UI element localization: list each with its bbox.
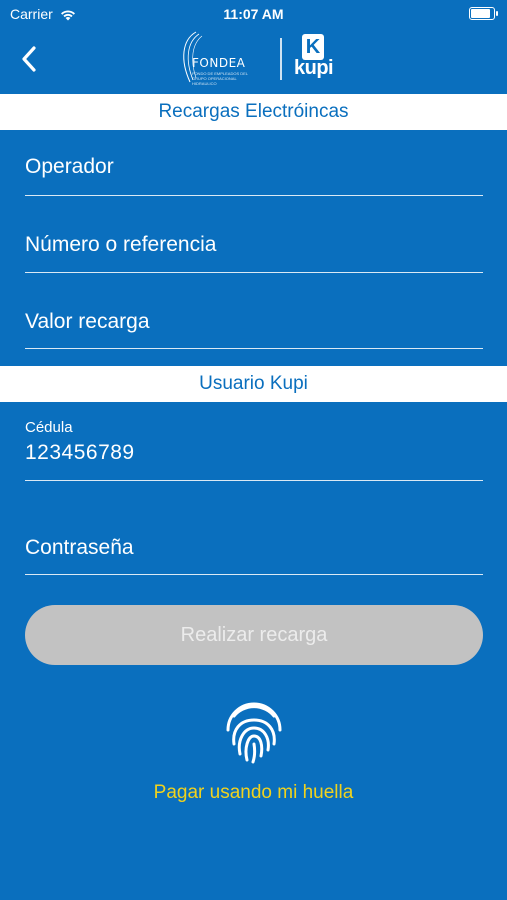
section-header-usuario: Usuario Kupi (0, 366, 507, 402)
numero-referencia-field[interactable]: Número o referencia (25, 222, 483, 273)
valor-placeholder: Valor recarga (25, 310, 150, 333)
contrasena-placeholder: Contraseña (25, 536, 134, 559)
pagar-huella-link[interactable]: Pagar usando mi huella (0, 782, 507, 804)
fondea-logo-text: FONDEA (192, 56, 246, 70)
status-bar: Carrier 11:07 AM (0, 0, 507, 28)
brand-logos: FONDEA FONDO DE EMPLEADOS DEL GRUPO OPER… (170, 28, 340, 88)
cedula-value: 123456789 (25, 441, 135, 464)
cedula-label: Cédula (25, 419, 73, 436)
back-button[interactable] (14, 42, 48, 76)
fingerprint-icon-graphic (226, 702, 282, 764)
realizar-recarga-button[interactable]: Realizar recarga (25, 605, 483, 665)
chevron-left-icon (22, 46, 36, 72)
cedula-field[interactable]: Cédula 123456789 (25, 416, 483, 481)
kupi-logo: K kupi (294, 34, 338, 80)
numero-placeholder: Número o referencia (25, 233, 217, 256)
valor-recarga-field[interactable]: Valor recarga (25, 298, 483, 349)
battery-icon (469, 7, 498, 20)
logo-divider (280, 38, 282, 80)
operador-field[interactable]: Operador (25, 145, 483, 196)
navigation-bar: FONDEA FONDO DE EMPLEADOS DEL GRUPO OPER… (0, 28, 507, 94)
status-time: 11:07 AM (223, 6, 284, 22)
section-header-recargas: Recargas Electróincas (0, 94, 507, 130)
kupi-logo-text: kupi (294, 57, 334, 79)
contrasena-field[interactable]: Contraseña (25, 524, 483, 575)
fondea-logo-subtext: FONDO DE EMPLEADOS DEL GRUPO OPERACIONAL… (192, 71, 248, 86)
operador-placeholder: Operador (25, 155, 114, 178)
fingerprint-icon[interactable] (224, 700, 284, 766)
